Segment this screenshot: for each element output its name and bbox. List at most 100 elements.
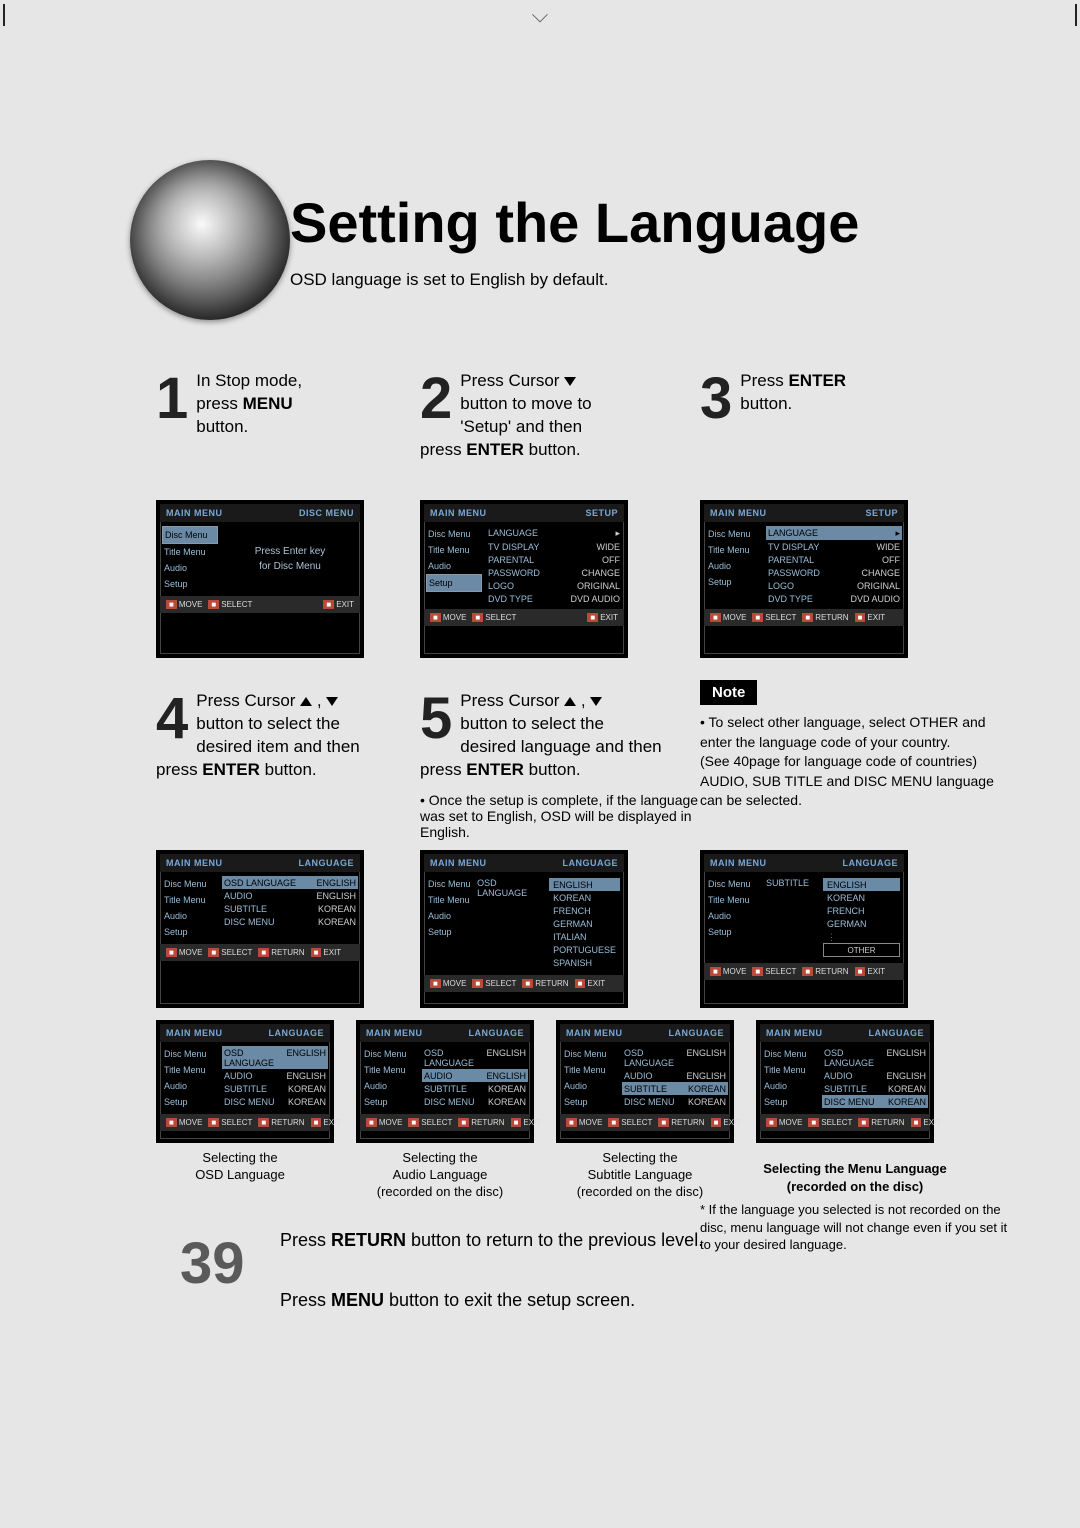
side-audio: Audio — [706, 908, 762, 924]
row-dvdtype-v: DVD AUDIO — [570, 594, 620, 604]
step-4-enter: ENTER — [202, 760, 260, 779]
opt-french: FRENCH — [823, 904, 900, 917]
step-4-text: Press Cursor , button to select the desi… — [156, 690, 436, 782]
panel4-rows: OSD LANGUAGEENGLISH AUDIOENGLISH SUBTITL… — [220, 872, 360, 944]
page-title: Setting the Language — [290, 190, 859, 255]
side-audio: Audio — [162, 908, 218, 924]
step-2-line1: Press Cursor — [460, 371, 564, 390]
r-sub: SUBTITLE — [624, 1084, 667, 1094]
panel1-message: Press Enter key for Disc Menu — [220, 522, 360, 596]
panel1-hdr-right: DISC MENU — [299, 508, 354, 518]
panel2-rows: LANGUAGE▸ TV DISPLAYWIDE PARENTALOFF PAS… — [484, 522, 624, 609]
caption-menu-block: Selecting the Menu Language (recorded on… — [700, 1160, 1010, 1254]
step-1-line1: In Stop mode, — [196, 371, 302, 390]
note-line2: (See 40page for language code of countri… — [700, 752, 1000, 772]
side-setup: Setup — [762, 1094, 818, 1110]
step-5-line4c: button. — [524, 760, 581, 779]
side-title-menu: Title Menu — [162, 892, 218, 908]
r-sub-v: KOREAN — [488, 1084, 526, 1094]
side-disc: Disc Menu — [162, 1046, 218, 1062]
ftr-return: RETURN — [815, 967, 848, 976]
panel2-hdr-right: SETUP — [585, 508, 618, 518]
opt-german: GERMAN — [823, 917, 900, 930]
note-line3: AUDIO, SUB TITLE and DISC MENU language … — [700, 772, 1000, 811]
panel4-hdr-right: LANGUAGE — [299, 858, 355, 868]
ftr-exit: EXIT — [587, 979, 605, 988]
f-s: SELECT — [221, 1118, 252, 1127]
hdr-r: LANGUAGE — [669, 1028, 725, 1038]
r-audio: AUDIO — [424, 1071, 453, 1081]
r-audio-v: ENGLISH — [886, 1071, 926, 1081]
panel3-rows: LANGUAGE▸ TV DISPLAYWIDE PARENTALOFF PAS… — [764, 522, 904, 609]
step-4-line4c: button. — [260, 760, 317, 779]
f-r: RETURN — [671, 1118, 704, 1127]
manual-page: Setting the Language OSD language is set… — [60, 60, 1020, 1460]
hdr-l: MAIN MENU — [166, 1028, 223, 1038]
step-3: 3 Press ENTER button. — [700, 370, 980, 428]
row-dvdtype-v: DVD AUDIO — [850, 594, 900, 604]
side-setup: Setup — [362, 1094, 418, 1110]
hdr-r: LANGUAGE — [869, 1028, 925, 1038]
screenshot-setup: MAIN MENUSETUP Disc Menu Title Menu Audi… — [420, 500, 628, 658]
r-osd-v: ENGLISH — [286, 1048, 326, 1068]
panel5-label: OSD LANGUAGE — [477, 876, 547, 971]
r-sub: SUBTITLE — [824, 1084, 867, 1094]
screenshot-setup-language-hl: MAIN MENUSETUP Disc Menu Title Menu Audi… — [700, 500, 908, 658]
side-title: Title Menu — [562, 1062, 618, 1078]
r-osd: OSD LANGUAGE — [224, 1048, 286, 1068]
hdr-r: LANGUAGE — [469, 1028, 525, 1038]
screenshot-select-audio: MAIN MENULANGUAGE Disc MenuTitle MenuAud… — [356, 1020, 534, 1143]
opt-other: OTHER — [823, 943, 900, 957]
r-dm: DISC MENU — [224, 1097, 275, 1107]
panel6-hdr-left: MAIN MENU — [710, 858, 767, 868]
row-language: LANGUAGE — [488, 528, 538, 539]
step-2-line3: 'Setup' and then — [460, 417, 582, 436]
r-sub-v: KOREAN — [888, 1084, 926, 1094]
step-1: 1 In Stop mode, press MENU button. — [156, 370, 436, 439]
r-audio: AUDIO — [624, 1071, 653, 1081]
side-disc: Disc Menu — [562, 1046, 618, 1062]
step-2-enter: ENTER — [466, 440, 524, 459]
panel3-hdr-right: SETUP — [865, 508, 898, 518]
side-audio: Audio — [706, 558, 762, 574]
crop-mark-center: ⌵ — [532, 2, 549, 28]
row-tvdisplay-v: WIDE — [877, 542, 901, 552]
ftr-select: SELECT — [485, 613, 516, 622]
row-tvdisplay: TV DISPLAY — [488, 542, 539, 552]
step-1-line3: button. — [196, 417, 248, 436]
caption-osd: Selecting the OSD Language — [140, 1150, 340, 1184]
panel4-hdr-left: MAIN MENU — [166, 858, 223, 868]
panel6-hdr-right: LANGUAGE — [843, 858, 899, 868]
step-1-text: In Stop mode, press MENU button. — [156, 370, 436, 439]
hdr-r: LANGUAGE — [269, 1028, 325, 1038]
f-e: EXIT — [923, 1118, 941, 1127]
hdr-l: MAIN MENU — [766, 1028, 823, 1038]
ftr-return: RETURN — [271, 948, 304, 957]
screenshot-language-osd: MAIN MENU LANGUAGE Disc Menu Title Menu A… — [156, 850, 364, 1008]
r-dm-v: KOREAN — [888, 1097, 926, 1107]
row-dvdtype: DVD TYPE — [488, 594, 533, 604]
r-audio: AUDIO — [824, 1071, 853, 1081]
f-s: SELECT — [821, 1118, 852, 1127]
side-disc-menu: Disc Menu — [426, 876, 473, 892]
step-1-number: 1 — [156, 370, 188, 428]
side-disc-menu: Disc Menu — [162, 876, 218, 892]
step-5-enter: ENTER — [466, 760, 524, 779]
r-sub-v: KOREAN — [688, 1084, 726, 1094]
r-dm: DISC MENU — [424, 1097, 475, 1107]
ftr-exit: EXIT — [600, 613, 618, 622]
panel6-options: ENGLISH KOREAN FRENCH GERMAN ⋮ OTHER — [821, 876, 902, 959]
r-dm: DISC MENU — [624, 1097, 675, 1107]
ftr-move: MOVE — [723, 613, 747, 622]
ftr-exit: EXIT — [867, 967, 885, 976]
side-setup: Setup — [562, 1094, 618, 1110]
side-title-menu: Title Menu — [706, 542, 762, 558]
r-audio-v: ENGLISH — [686, 1071, 726, 1081]
row-subtitle-v: KOREAN — [318, 904, 356, 914]
f-e: EXIT — [323, 1118, 341, 1127]
screenshot-osd-language-list: MAIN MENULANGUAGE Disc Menu Title Menu A… — [420, 850, 628, 1008]
r-sub: SUBTITLE — [224, 1084, 267, 1094]
opt-french: FRENCH — [549, 904, 620, 917]
r-audio-v: ENGLISH — [286, 1071, 326, 1081]
row-osd-v: ENGLISH — [316, 878, 356, 888]
